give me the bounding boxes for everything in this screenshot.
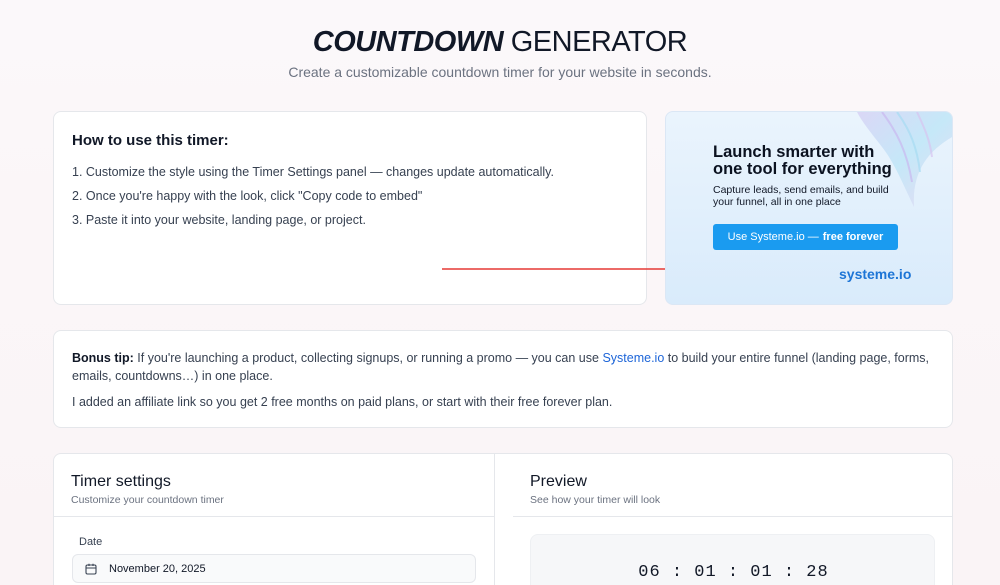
how-to-step: 2. Once you're happy with the look, clic… — [72, 189, 423, 203]
date-picker[interactable]: November 20, 2025 — [72, 554, 476, 583]
promo-subtext-line: Capture leads, send emails, and build — [713, 184, 889, 196]
title-bold: COUNTDOWN — [312, 26, 504, 58]
preview-divider — [513, 516, 952, 517]
promo-banner[interactable]: Launch smarter with one tool for everyth… — [665, 111, 953, 305]
settings-subtitle: Customize your countdown timer — [71, 494, 224, 506]
settings-divider — [54, 516, 494, 517]
page-title: COUNTDOWN GENERATOR — [0, 22, 1000, 62]
preview-box: 06 : 01 : 01 : 28 — [530, 534, 935, 585]
how-to-title: How to use this timer: — [72, 132, 229, 149]
promo-subtext-line: your funnel, all in one place — [713, 196, 841, 208]
promo-headline-line: one tool for everything — [713, 160, 892, 178]
bonus-tip-card: Bonus tip: If you're launching a product… — [53, 330, 953, 428]
how-to-step: 1. Customize the style using the Timer S… — [72, 165, 554, 179]
promo-headline: Launch smarter with one tool for everyth… — [713, 144, 933, 178]
cta-prefix: Use Systeme.io — — [727, 231, 819, 243]
how-to-step: 3. Paste it into your website, landing p… — [72, 213, 366, 227]
systeme-logo: systeme.io — [839, 266, 912, 282]
page-subtitle: Create a customizable countdown timer fo… — [288, 64, 712, 80]
settings-title: Timer settings — [71, 473, 171, 490]
timer-panel: Timer settings Customize your countdown … — [53, 453, 953, 585]
page-header: COUNTDOWN GENERATOR Create a customizabl… — [0, 22, 1000, 80]
affiliate-note: I added an affiliate link so you get 2 f… — [72, 395, 613, 409]
bonus-tip-label: Bonus tip: — [72, 351, 134, 365]
countdown-timer: 06 : 01 : 01 : 28 — [638, 563, 829, 582]
date-value: November 20, 2025 — [109, 562, 206, 575]
date-label: Date — [79, 536, 103, 548]
bonus-tip-text: Bonus tip: If you're launching a product… — [72, 349, 934, 385]
systeme-link[interactable]: Systeme.io — [602, 351, 664, 365]
preview-title: Preview — [530, 473, 587, 490]
preview-subtitle: See how your timer will look — [530, 494, 661, 506]
promo-subtext: Capture leads, send emails, and build yo… — [713, 184, 913, 208]
panel-divider — [494, 454, 495, 585]
bonus-text-before: If you're launching a product, collectin… — [133, 351, 603, 365]
title-light: GENERATOR — [510, 26, 688, 58]
promo-headline-line: Launch smarter with — [713, 143, 875, 161]
cta-bold: free forever — [822, 231, 884, 243]
calendar-icon — [85, 563, 97, 575]
systeme-cta-button[interactable]: Use Systeme.io — free forever — [713, 224, 898, 250]
